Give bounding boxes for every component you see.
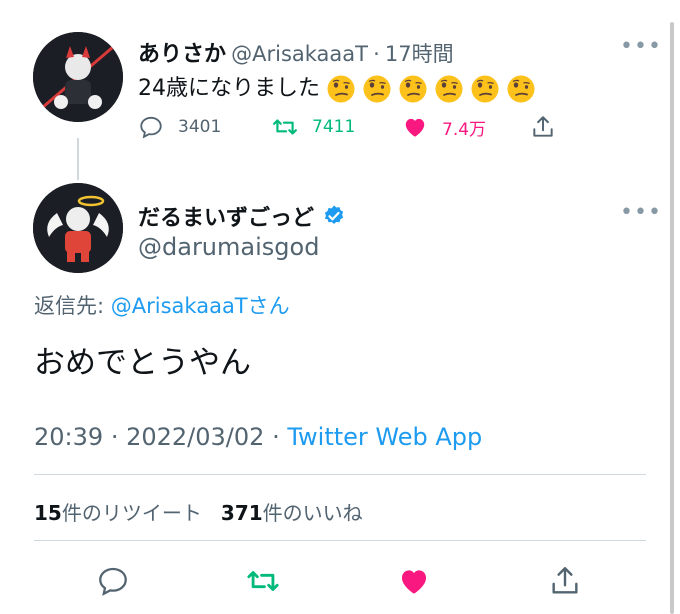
tweet2-more-icon[interactable]: ••• xyxy=(620,200,662,225)
face-with-uneven-eyes-emoji xyxy=(435,75,463,103)
tweet2-stats: 15件のリツイート 371件のいいね xyxy=(34,497,363,526)
verified-badge-icon xyxy=(324,205,344,224)
face-with-uneven-eyes-emoji xyxy=(399,75,427,103)
tweet2-meta: 20:39 · 2022/03/02 · Twitter Web App xyxy=(34,423,482,451)
like-label: 件のいいね xyxy=(262,501,363,525)
tweet1-actions: 3401 7411 7.4万 xyxy=(138,114,568,144)
divider xyxy=(34,474,646,475)
tweet2-text: おめでとうやん xyxy=(34,345,251,381)
share-icon xyxy=(533,116,553,137)
tweet1-content: 24歳になりました xyxy=(138,70,536,104)
retweet-count: 15 xyxy=(34,501,62,525)
retweet-icon xyxy=(273,119,297,135)
tweet1-author-name[interactable]: ありさか xyxy=(138,42,226,67)
face-with-uneven-eyes-emoji xyxy=(471,75,499,103)
reply-icon xyxy=(140,116,162,139)
tweet2-sep2: · xyxy=(272,423,280,451)
retweet-label: 件のリツイート xyxy=(61,501,202,525)
reply-icon xyxy=(99,567,127,596)
scrollbar[interactable] xyxy=(670,22,674,614)
tweet1-emojis xyxy=(320,75,536,103)
tweet2-sep1: · xyxy=(110,423,119,451)
face-with-uneven-eyes-emoji xyxy=(507,75,535,103)
tweet2-header: だるまいずごっど xyxy=(138,200,346,232)
reply-prefix: 返信先: xyxy=(34,294,105,318)
tweet2-author-name[interactable]: だるまいずごっど xyxy=(138,200,314,232)
face-with-uneven-eyes-emoji xyxy=(327,75,355,103)
reply-context: 返信先: @ArisakaaaTさん xyxy=(34,290,290,320)
tweet2-share-button[interactable] xyxy=(548,564,582,598)
heart-icon xyxy=(405,118,425,137)
tweet2-like-button[interactable] xyxy=(397,564,431,598)
tweet1-retweet-button[interactable]: 7411 xyxy=(272,114,355,140)
reply-target-link[interactable]: @ArisakaaaTさん xyxy=(111,294,290,318)
tweet1-timestamp[interactable]: 17時間 xyxy=(385,42,454,66)
avatar-arisaka[interactable] xyxy=(33,32,123,122)
face-with-uneven-eyes-emoji xyxy=(363,75,391,103)
tweet2-date[interactable]: 2022/03/02 xyxy=(126,423,264,451)
like-stat[interactable]: 371件のいいね xyxy=(221,501,363,525)
retweet-stat[interactable]: 15件のリツイート xyxy=(34,501,202,525)
tweet1-text: 24歳になりました xyxy=(138,76,320,101)
tweet1-author-handle[interactable]: @ArisakaaaT xyxy=(231,42,368,66)
tweet2-retweet-button[interactable] xyxy=(246,564,280,598)
heart-icon xyxy=(401,570,427,594)
divider xyxy=(34,540,646,541)
avatar-art xyxy=(33,32,123,122)
tweet1-separator: · xyxy=(373,42,380,66)
avatar-darumaisgod[interactable] xyxy=(33,183,123,273)
like-count: 371 xyxy=(220,501,263,525)
tweet1-like-button[interactable]: 7.4万 xyxy=(402,114,486,140)
share-icon xyxy=(552,567,578,594)
retweet-icon xyxy=(247,571,279,591)
tweet1-retweet-count: 7411 xyxy=(312,117,356,137)
tweet2-client-link[interactable]: Twitter Web App xyxy=(287,423,482,451)
tweet1-share-button[interactable] xyxy=(530,114,556,140)
tweet2-time[interactable]: 20:39 xyxy=(34,423,103,451)
avatar-art xyxy=(33,183,123,273)
thread-line xyxy=(77,138,79,180)
tweet2-reply-button[interactable] xyxy=(96,564,130,598)
tweet1-like-count: 7.4万 xyxy=(442,119,487,140)
tweet2-author-handle[interactable]: @darumaisgod xyxy=(138,233,319,261)
tweet1-header: ありさか @ArisakaaaT · 17時間 xyxy=(138,36,454,68)
tweet1-more-icon[interactable]: ••• xyxy=(620,34,662,59)
tweet1-reply-button[interactable]: 3401 xyxy=(138,114,221,140)
tweet1-reply-count: 3401 xyxy=(178,117,222,137)
